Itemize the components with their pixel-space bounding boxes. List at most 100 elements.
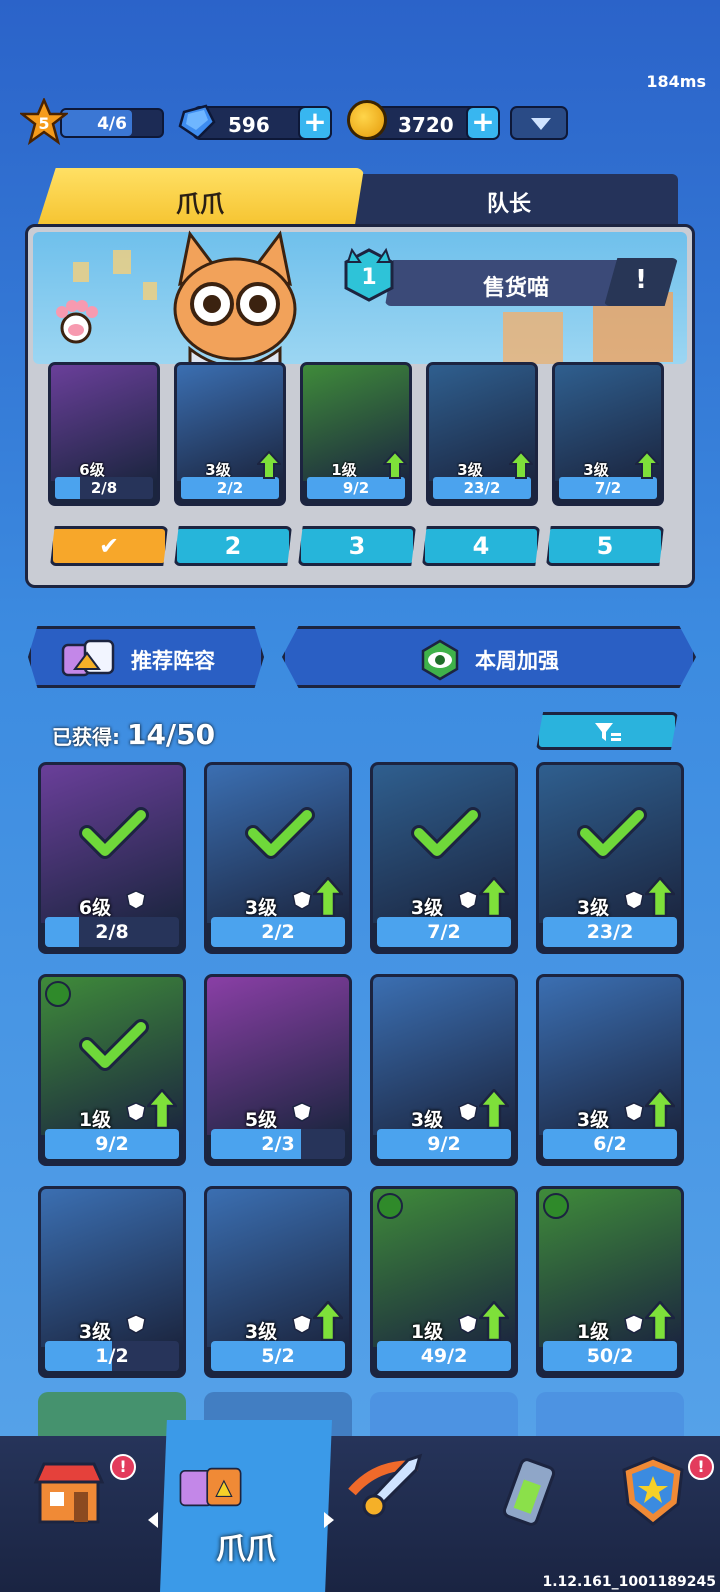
collection-count: 14/50 [126,718,216,751]
lineup-slot-2[interactable]: 2 [174,526,292,566]
card-progress-bar: 2/2 [181,477,279,499]
nav-paws-label: 爪爪 [216,1532,276,1567]
tab-captain-label: 队长 [486,192,531,217]
hero-card[interactable]: 1级 49/2 [370,1186,518,1378]
lineup-slot-5[interactable]: 5 [546,526,664,566]
weekly-buff-label: 本周加强 [475,649,559,673]
card-count: 23/2 [463,479,501,497]
card-count: 9/2 [95,1133,129,1155]
gem-amount: 596 [228,113,270,137]
nav-paws-icon [179,1467,242,1507]
class-icon [624,1102,644,1122]
hero-card[interactable]: 3级 2/2 [204,762,352,954]
upgrade-arrow-icon [635,451,659,479]
card-progress-bar: 5/2 [211,1341,345,1371]
card-progress-bar: 7/2 [377,917,511,947]
in-squad-check-icon [577,807,647,859]
hero-card[interactable]: 3级 7/2 [370,762,518,954]
hero-card[interactable]: 3级 6/2 [536,974,684,1166]
hero-card[interactable]: 5级 2/3 [204,974,352,1166]
squad-card[interactable]: 6级 2/8 [48,362,160,506]
card-count: 7/2 [594,479,622,497]
upgrade-arrow-icon [313,877,343,917]
eye-icon [421,639,459,681]
nav-battery-icon[interactable] [490,1452,568,1530]
chevron-down-icon [531,118,551,130]
class-icon [458,890,478,910]
card-progress-bar: 49/2 [377,1341,511,1371]
card-count: 9/2 [427,1133,461,1155]
chevron-left-icon[interactable] [146,1510,160,1530]
upgrade-arrow-icon [509,451,533,479]
lineup-slot-4[interactable]: 4 [422,526,540,566]
coin-icon [347,100,387,140]
recommended-lineup-label: 推荐阵容 [131,649,215,673]
class-icon [458,1314,478,1334]
upgrade-arrow-icon [147,1089,177,1129]
in-squad-check-icon [79,1019,149,1071]
upgrade-arrow-icon [479,1301,509,1341]
cat-merchant-mascot[interactable] [150,224,320,384]
filter-button[interactable] [536,712,678,750]
card-count: 7/2 [427,921,461,943]
collection-counter: 已获得: 14/50 [52,718,215,751]
in-squad-check-icon [79,807,149,859]
card-count: 23/2 [586,921,634,943]
card-count: 49/2 [420,1345,468,1367]
captain-slot-number: 1 [361,265,376,290]
upgrade-arrow-icon [645,1301,675,1341]
filter-icon [595,723,621,741]
card-progress-bar: 9/2 [377,1129,511,1159]
card-progress-bar: 2/8 [55,477,153,499]
in-squad-check-icon [411,807,481,859]
class-icon [292,890,312,910]
card-count: 6/2 [593,1133,627,1155]
add-gems-button[interactable]: + [298,106,332,140]
grass-element-icon [543,1193,569,1219]
upgrade-arrow-icon [383,451,407,479]
in-squad-check-icon [245,807,315,859]
card-progress-bar: 2/2 [211,917,345,947]
grass-element-icon [377,1193,403,1219]
xp-bar: 4/6 [60,108,164,138]
card-count: 2/2 [261,921,295,943]
card-progress-bar: 7/2 [559,477,657,499]
squad-card[interactable]: 3级 23/2 [426,362,538,506]
tab-paws[interactable]: 爪爪 [36,168,364,230]
card-progress-bar: 23/2 [543,917,677,947]
nav-shop-icon[interactable] [30,1452,108,1530]
ping-indicator: 184ms [646,72,706,91]
upgrade-arrow-icon [313,1301,343,1341]
add-coins-button[interactable]: + [466,106,500,140]
shop-alert-badge: ! [110,1454,136,1480]
card-count: 50/2 [586,1345,634,1367]
hero-card[interactable]: 1级 9/2 [38,974,186,1166]
hero-card[interactable]: 3级 23/2 [536,762,684,954]
recommended-lineup-button[interactable]: 推荐阵容 [28,626,264,688]
gem-icon [178,104,216,140]
lineup-slot-active[interactable]: ✔ [50,526,168,566]
squad-card[interactable]: 3级 2/2 [174,362,286,506]
hero-card[interactable]: 3级 1/2 [38,1186,186,1378]
class-icon [624,1314,644,1334]
hero-card[interactable]: 1级 50/2 [536,1186,684,1378]
squad-card[interactable]: 3级 7/2 [552,362,664,506]
player-level: 5 [38,114,49,133]
level-star-icon[interactable]: 5 [20,98,68,146]
nav-battle-icon[interactable] [348,1452,426,1530]
tab-captain[interactable]: 队长 [340,174,678,230]
menu-dropdown-button[interactable] [510,106,568,140]
lineup-slot-3[interactable]: 3 [298,526,416,566]
captain-slot-badge: 1 [344,247,394,302]
hero-card[interactable]: 3级 9/2 [370,974,518,1166]
card-count: 9/2 [342,479,370,497]
card-count: 1/2 [95,1345,129,1367]
hero-card[interactable]: 3级 5/2 [204,1186,352,1378]
hero-card[interactable]: 6级 2/8 [38,762,186,954]
card-progress-bar: 2/3 [211,1129,345,1159]
nav-badge-icon[interactable] [614,1452,692,1530]
paw-icon [56,300,98,344]
weekly-buff-button[interactable]: 本周加强 [282,626,696,688]
chevron-right-icon[interactable] [322,1510,336,1530]
squad-card[interactable]: 1级 9/2 [300,362,412,506]
